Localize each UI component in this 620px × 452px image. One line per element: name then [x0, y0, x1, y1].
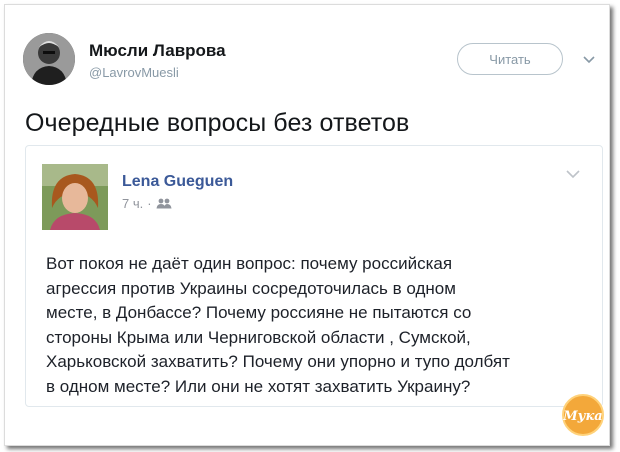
author-name[interactable]: Мюсли Лаврова [89, 41, 226, 61]
quoted-author-name[interactable]: Lena Gueguen [122, 173, 233, 191]
body-line: Вот покоя не даёт один вопрос: почему ро… [46, 254, 453, 273]
friends-icon [156, 198, 172, 209]
avatar[interactable] [23, 33, 75, 85]
chevron-down-icon[interactable] [566, 170, 580, 179]
body-line: агрессия против Украины сосредоточилась … [46, 278, 456, 298]
body-line: Харьковской захватить? Почему они упорно… [46, 352, 510, 371]
body-line: месте, в Донбассе? Почему россияне не пы… [46, 303, 472, 322]
tweet-text: Очередные вопросы без ответов [25, 109, 410, 137]
quoted-meta: 7 ч. · [122, 196, 172, 211]
quoted-post[interactable]: Lena Gueguen 7 ч. · Вот покоя не даёт од… [25, 145, 603, 407]
svg-text:Мука: Мука [562, 409, 602, 424]
follow-button[interactable]: Читать [457, 43, 563, 75]
author-handle[interactable]: @LavrovMuesli [89, 65, 179, 80]
screenshot-frame: Мюсли Лаврова @LavrovMuesli Читать Очере… [4, 4, 610, 446]
avatar-image [23, 33, 75, 85]
chevron-down-icon[interactable] [583, 55, 595, 65]
timestamp[interactable]: 7 ч. [122, 196, 143, 211]
meta-separator: · [147, 196, 152, 211]
quoted-avatar[interactable] [42, 164, 108, 230]
logo-icon: Мука [562, 394, 604, 436]
body-line: стороны Крыма или Черниговской области ,… [46, 327, 471, 347]
body-line: в одном месте? Или они не хотят захватит… [46, 376, 471, 396]
quoted-post-body: Вот покоя не даёт один вопрос: почему ро… [46, 252, 586, 399]
quoted-avatar-image [42, 164, 108, 230]
